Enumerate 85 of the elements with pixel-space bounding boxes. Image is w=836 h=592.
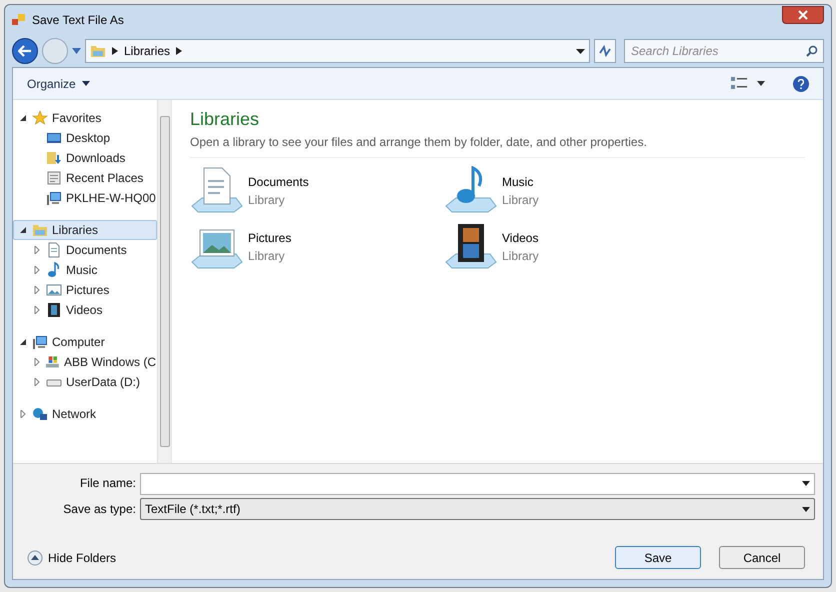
computer-icon (32, 334, 48, 350)
library-type: Library (248, 192, 286, 209)
file-name-label: File name: (78, 475, 136, 492)
breadcrumb-item[interactable]: Libraries (124, 42, 170, 60)
dialog-button[interactable]: Cancel (719, 546, 805, 569)
back-button[interactable] (12, 38, 38, 64)
library-name: Pictures (248, 230, 292, 247)
nav-tree-item[interactable]: Music (13, 260, 157, 280)
close-button[interactable] (782, 6, 824, 24)
search-icon (806, 45, 818, 57)
recent-places-icon (46, 170, 62, 186)
save-type-dropdown[interactable]: TextFile (*.txt;*.rtf) (140, 498, 815, 520)
organize-button[interactable]: Organize (27, 74, 90, 92)
collapsed-arrow-icon[interactable] (32, 358, 41, 366)
details-view-icon (731, 76, 747, 90)
expanded-arrow-icon[interactable] (19, 338, 27, 346)
breadcrumb-arrow-icon[interactable] (176, 47, 182, 55)
library-folder-icon (32, 222, 48, 238)
collapsed-arrow-icon[interactable] (33, 378, 41, 386)
collapsed-arrow-icon[interactable] (33, 246, 41, 254)
dropdown-arrow-icon[interactable] (576, 48, 585, 54)
history-dropdown-icon[interactable] (72, 48, 81, 54)
save-type-label: Save as type: (62, 501, 136, 518)
view-options-button[interactable] (731, 76, 765, 90)
library-type: Library (248, 248, 286, 265)
dialog-button[interactable]: Save (615, 546, 701, 569)
nav-tree-item[interactable]: Desktop (13, 128, 157, 148)
film-strip-icon (46, 302, 62, 318)
search-field[interactable]: Search Libraries (624, 39, 824, 63)
folder-download-icon (46, 150, 62, 166)
nav-tree-item[interactable]: Network (13, 404, 157, 424)
library-name: Videos (502, 230, 539, 247)
scrollbar[interactable] (157, 100, 171, 463)
library-type: Library (502, 192, 539, 209)
library-folder-icon (90, 43, 106, 59)
collapsed-arrow-icon[interactable] (33, 286, 41, 294)
library-tile[interactable]: Documents Library (190, 166, 444, 216)
nav-tree-item[interactable]: Downloads (13, 148, 157, 168)
star-icon (32, 110, 48, 126)
dropdown-arrow-icon[interactable] (802, 481, 810, 486)
window-title: Save Text File As (32, 12, 125, 29)
library-tile[interactable]: Videos Library (444, 222, 698, 272)
collapsed-arrow-icon[interactable] (33, 266, 41, 274)
nav-tree-item[interactable]: Recent Places (13, 168, 157, 188)
library-heading: Libraries (190, 108, 260, 131)
library-tile[interactable]: Pictures Library (190, 222, 444, 272)
library-name: Music (502, 174, 534, 191)
expanded-arrow-icon[interactable] (19, 226, 27, 234)
caret-icon (82, 81, 90, 86)
picture-icon (46, 282, 62, 298)
breadcrumb-arrow-icon[interactable] (112, 47, 118, 55)
windows-drive-icon (45, 354, 60, 370)
hide-folders-button[interactable]: Hide Folders (27, 548, 116, 566)
nav-tree-item[interactable]: Documents (13, 240, 157, 260)
network-globe-icon (32, 406, 48, 422)
desktop-icon (46, 130, 62, 146)
dropdown-arrow-icon (802, 506, 810, 512)
expanded-arrow-icon[interactable] (19, 114, 27, 122)
help-button[interactable] (793, 76, 809, 92)
refresh-button[interactable] (594, 39, 616, 63)
nav-tree-item[interactable]: Libraries (13, 220, 157, 240)
close-icon (798, 10, 808, 20)
music-note-icon (46, 262, 62, 278)
caret-icon (757, 81, 765, 86)
nav-tree-item[interactable]: Videos (13, 300, 157, 320)
library-type: Library (502, 248, 539, 265)
computer-icon (46, 190, 62, 206)
help-icon (798, 78, 804, 88)
library-description: Open a library to see your files and arrange them by folder, date, and other properties. (190, 133, 805, 158)
nav-tree-item[interactable]: Computer (13, 332, 157, 352)
collapsed-arrow-icon[interactable] (19, 410, 27, 418)
app-icon (12, 13, 26, 27)
file-name-field[interactable] (140, 473, 815, 495)
collapsed-arrow-icon[interactable] (33, 306, 41, 314)
collapse-up-icon (27, 550, 43, 566)
library-name: Documents (248, 174, 309, 191)
nav-tree-item[interactable]: ABB Windows (C (13, 352, 157, 372)
address-bar[interactable]: Libraries (85, 39, 590, 63)
library-tile[interactable]: Music Library (444, 166, 698, 216)
nav-tree-item[interactable]: Pictures (13, 280, 157, 300)
nav-tree-item[interactable]: Favorites (13, 108, 157, 128)
nav-tree-item[interactable]: PKLHE-W-HQ00 (13, 188, 157, 208)
back-arrow-icon (18, 45, 32, 57)
document-icon (46, 242, 62, 258)
nav-tree-item[interactable]: UserData (D:) (13, 372, 157, 392)
